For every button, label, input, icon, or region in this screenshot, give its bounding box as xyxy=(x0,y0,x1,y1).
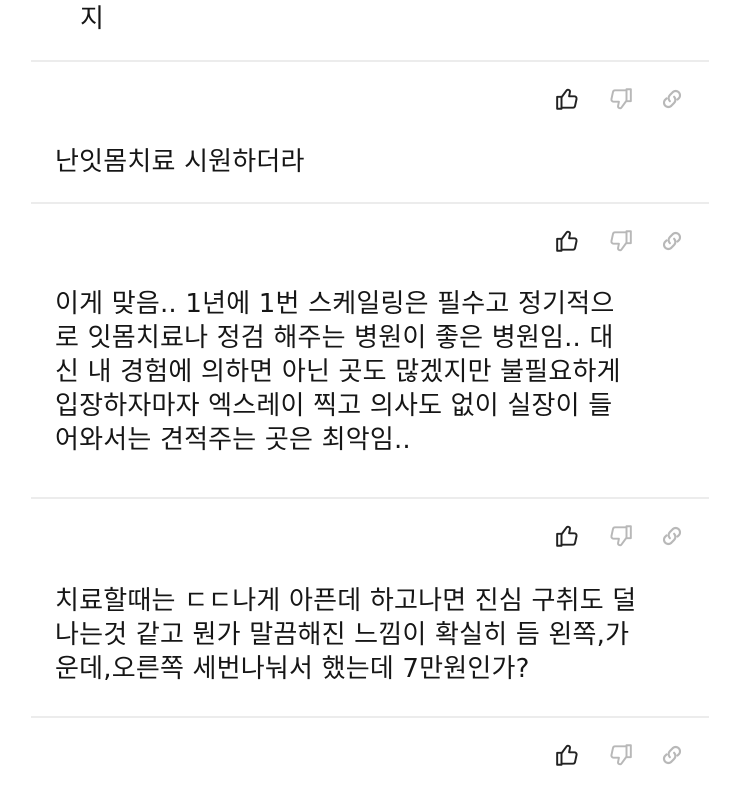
like-button[interactable] xyxy=(550,737,586,773)
thumbs-up-icon xyxy=(556,744,578,766)
link-icon xyxy=(662,745,682,765)
thumbs-down-icon xyxy=(610,744,632,766)
comment-divider xyxy=(31,497,709,499)
comment-text: 난잇몸치료 시원하더라 xyxy=(55,147,305,177)
comment-text: 지 xyxy=(80,4,105,34)
comment-text: 치료할때는 ㄷㄷ나게 아픈데 하고나면 진심 구취도 덜 나는것 같고 뭔가 말… xyxy=(55,586,637,684)
link-icon xyxy=(662,231,682,251)
comment-feed: 지 난잇몸치료 시원하더라 이게 맞음.. 1년에 1번 스케일링은 필수고 정… xyxy=(0,0,740,801)
dislike-button[interactable] xyxy=(602,737,638,773)
dislike-button[interactable] xyxy=(602,518,638,554)
thumbs-up-icon xyxy=(556,525,578,547)
thumbs-up-icon xyxy=(556,88,578,110)
like-button[interactable] xyxy=(550,81,586,117)
dislike-button[interactable] xyxy=(602,223,638,259)
share-button[interactable] xyxy=(654,518,690,554)
comment-actions xyxy=(550,518,690,554)
like-button[interactable] xyxy=(550,223,586,259)
comment-divider xyxy=(31,202,709,204)
comment-text: 이게 맞음.. 1년에 1번 스케일링은 필수고 정기적으 로 잇몸치료나 정검… xyxy=(55,289,621,455)
comment-actions xyxy=(550,81,690,117)
like-button[interactable] xyxy=(550,518,586,554)
comment-actions xyxy=(550,737,690,773)
link-icon xyxy=(662,526,682,546)
thumbs-down-icon xyxy=(610,230,632,252)
link-icon xyxy=(662,89,682,109)
comment-divider xyxy=(31,716,709,718)
thumbs-up-icon xyxy=(556,230,578,252)
thumbs-down-icon xyxy=(610,525,632,547)
share-button[interactable] xyxy=(654,737,690,773)
thumbs-down-icon xyxy=(610,88,632,110)
comment-divider xyxy=(31,60,709,62)
dislike-button[interactable] xyxy=(602,81,638,117)
share-button[interactable] xyxy=(654,223,690,259)
share-button[interactable] xyxy=(654,81,690,117)
comment-actions xyxy=(550,223,690,259)
